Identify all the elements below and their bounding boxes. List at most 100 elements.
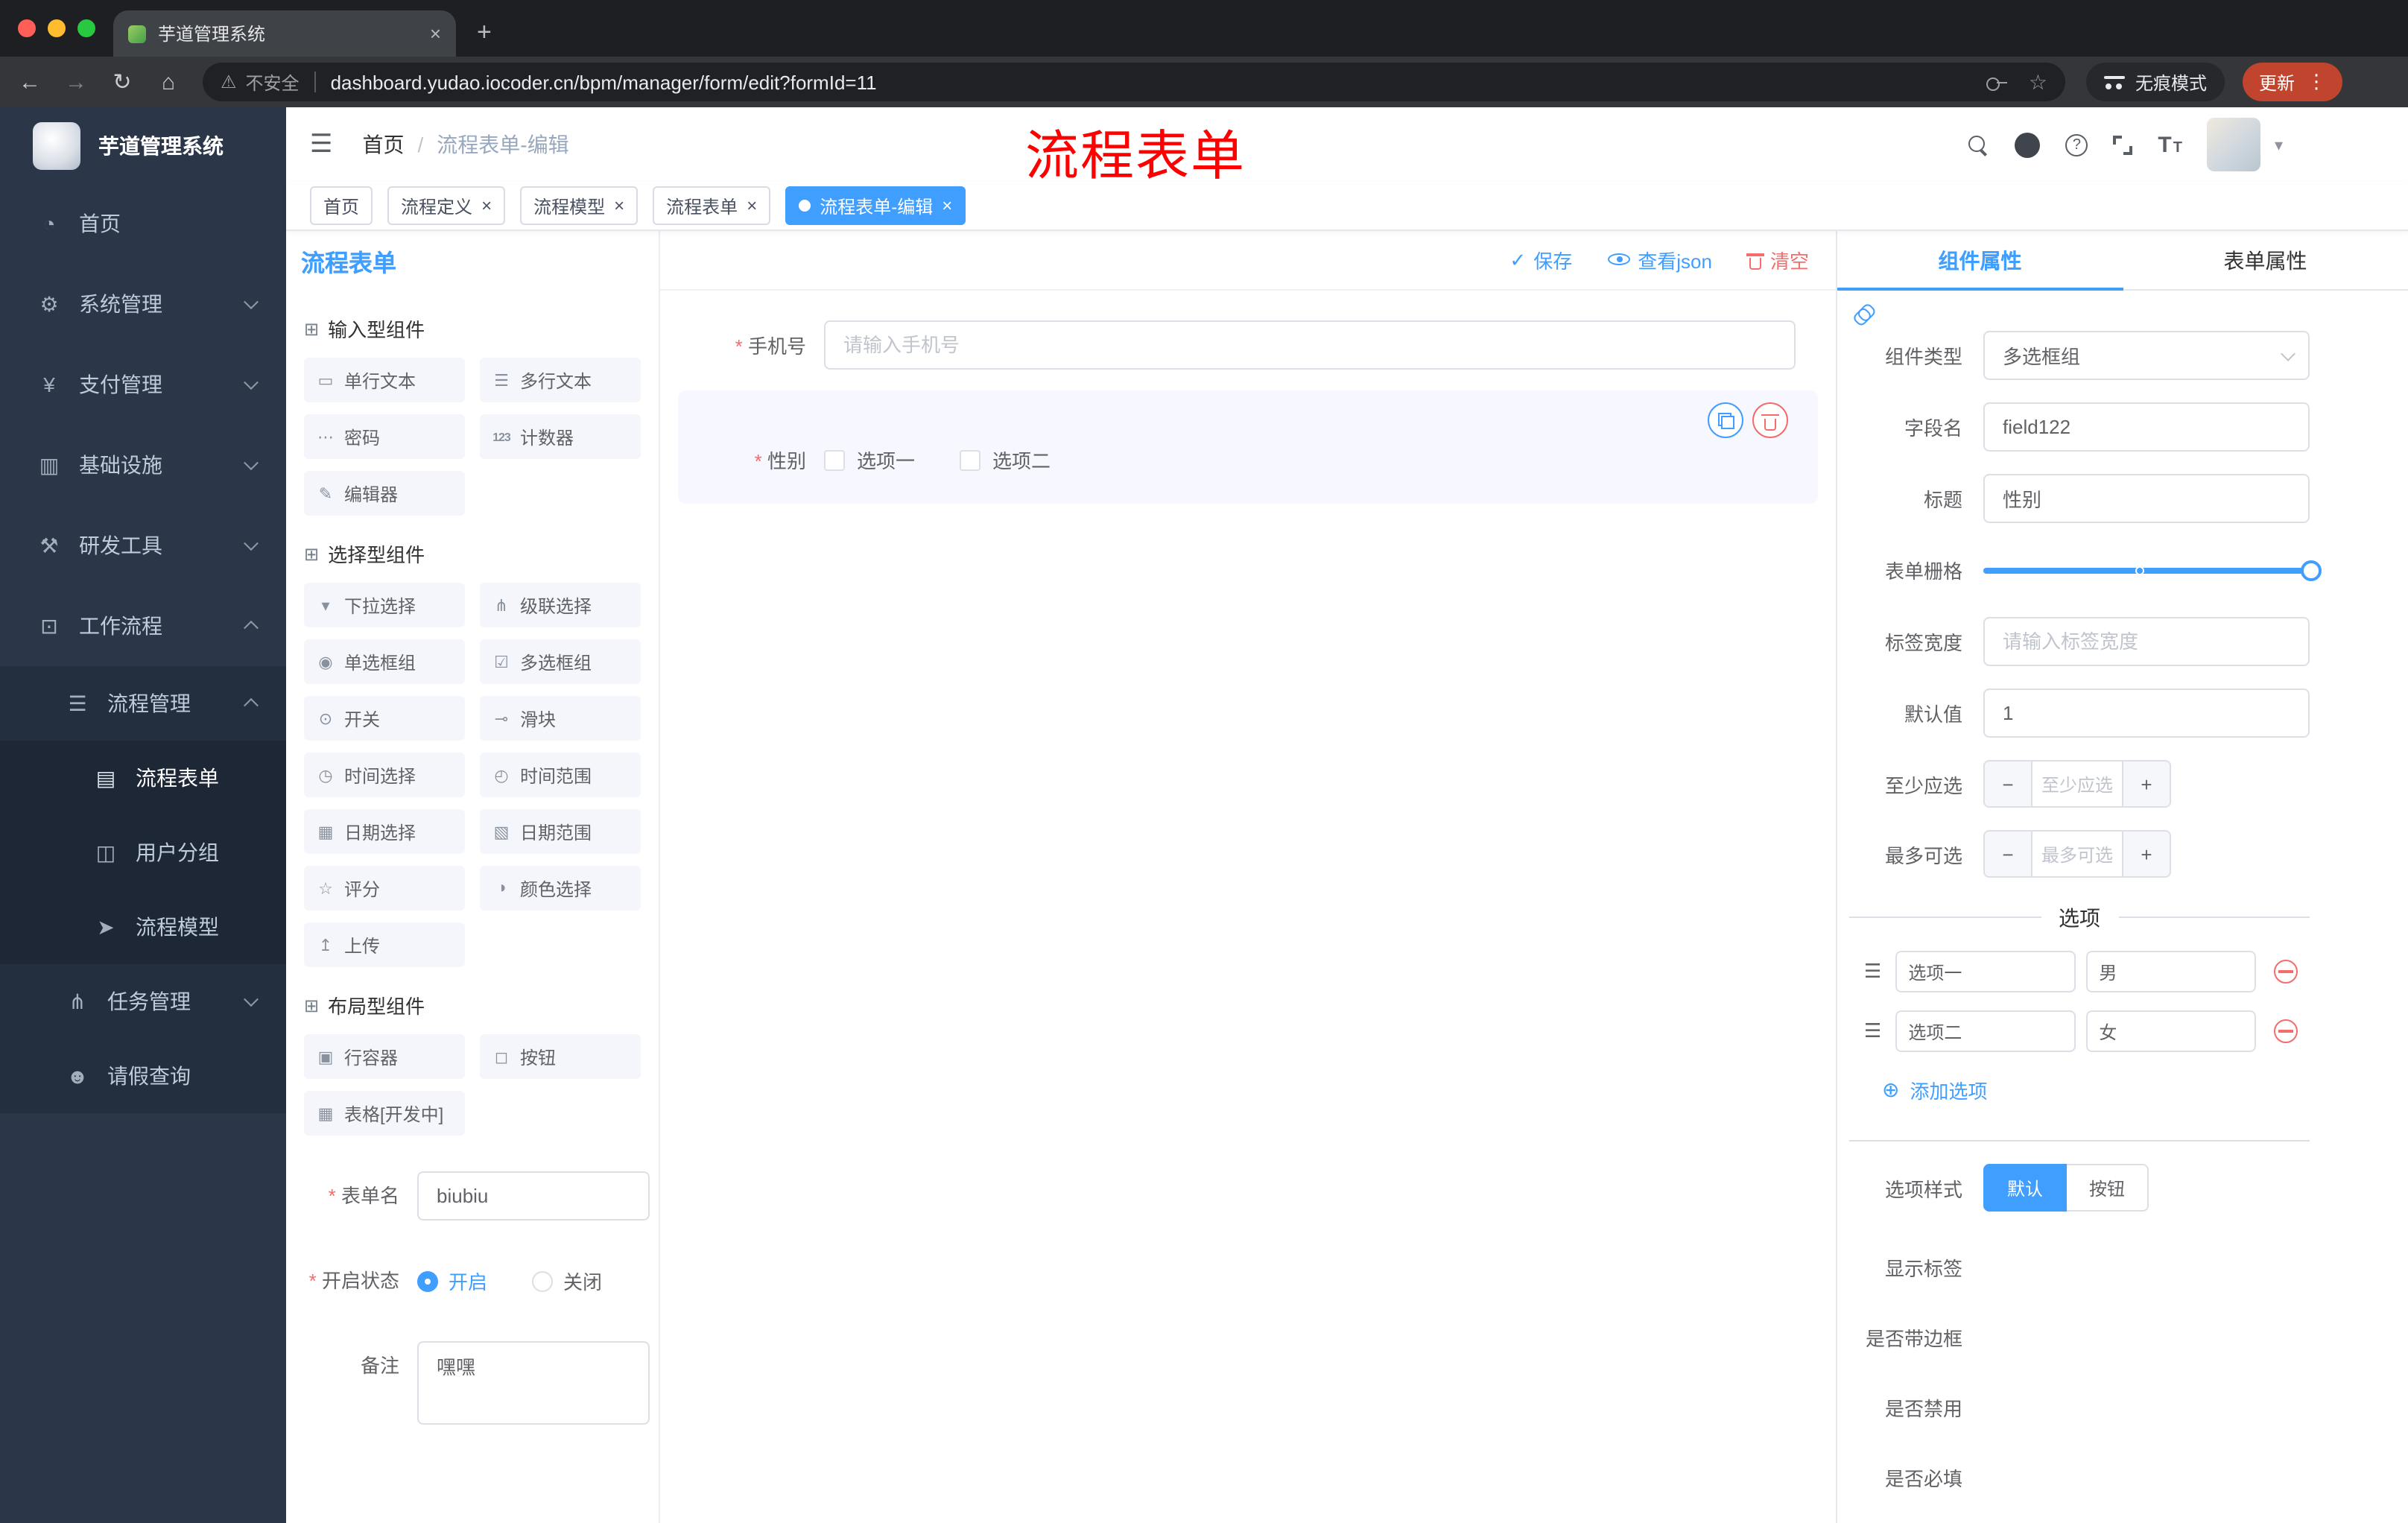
sidebar-item-leave-query[interactable]: ☻ 请假查询 bbox=[0, 1039, 286, 1113]
sidebar-item-workflow[interactable]: ⊡ 工作流程 bbox=[0, 586, 286, 666]
increase-button[interactable]: + bbox=[2123, 832, 2170, 876]
style-default-button[interactable]: 默认 bbox=[1983, 1164, 2068, 1212]
label-width-input[interactable] bbox=[1983, 617, 2310, 666]
security-label[interactable]: 不安全 bbox=[246, 69, 300, 95]
sidebar-item-system[interactable]: ⚙ 系统管理 bbox=[0, 264, 286, 344]
palette-item-editor[interactable]: ✎ 编辑器 bbox=[304, 471, 465, 516]
copy-component-button[interactable] bbox=[1708, 402, 1743, 438]
palette-item-row-container[interactable]: ▣ 行容器 bbox=[304, 1034, 465, 1079]
min-select-value[interactable]: 至少应选 bbox=[2031, 762, 2123, 806]
view-json-button[interactable]: 查看json bbox=[1608, 246, 1712, 274]
browser-menu-icon[interactable]: ⋮ bbox=[2307, 70, 2326, 94]
close-window-button[interactable] bbox=[18, 19, 36, 37]
tab-close-icon[interactable]: × bbox=[430, 22, 441, 45]
user-avatar[interactable] bbox=[2207, 118, 2261, 171]
palette-item-checkbox-group[interactable]: ☑ 多选框组 bbox=[480, 639, 641, 684]
palette-item-table[interactable]: ▦ 表格[开发中] bbox=[304, 1091, 465, 1136]
forward-button[interactable]: → bbox=[64, 69, 88, 95]
sidebar-item-process-model[interactable]: ➤ 流程模型 bbox=[0, 890, 286, 964]
bookmark-star-icon[interactable]: ☆ bbox=[2029, 69, 2047, 95]
avatar-caret-icon[interactable]: ▾ bbox=[2275, 135, 2283, 154]
address-bar[interactable]: ⚠ 不安全 dashboard.yudao.iocoder.cn/bpm/man… bbox=[203, 63, 2065, 101]
remove-option-icon[interactable] bbox=[2273, 960, 2298, 984]
browser-tab[interactable]: 芋道管理系统 × bbox=[113, 10, 456, 57]
palette-item-color-picker[interactable]: ◑ 颜色选择 bbox=[480, 866, 641, 911]
default-value-input[interactable] bbox=[1983, 688, 2310, 738]
slider-handle[interactable] bbox=[2301, 560, 2322, 580]
reload-button[interactable]: ↻ bbox=[110, 69, 134, 95]
palette-item-upload[interactable]: ↥ 上传 bbox=[304, 922, 465, 967]
canvas-item-phone[interactable]: 手机号 bbox=[678, 305, 1818, 384]
palette-item-radio-group[interactable]: ◉ 单选框组 bbox=[304, 639, 465, 684]
option2-value-input[interactable] bbox=[2085, 1010, 2256, 1052]
sidebar-item-payment[interactable]: ¥ 支付管理 bbox=[0, 344, 286, 425]
font-size-icon[interactable]: T T bbox=[2158, 132, 2182, 157]
tag-process-definition[interactable]: 流程定义 × bbox=[387, 186, 506, 225]
browser-update-button[interactable]: 更新 ⋮ bbox=[2243, 63, 2343, 101]
grid-slider[interactable] bbox=[1983, 545, 2322, 595]
tag-process-form[interactable]: 流程表单 × bbox=[653, 186, 771, 225]
palette-item-button[interactable]: ◻ 按钮 bbox=[480, 1034, 641, 1079]
sidebar-item-home[interactable]: ◔ 首页 bbox=[0, 183, 286, 264]
home-button[interactable]: ⌂ bbox=[156, 69, 180, 95]
style-button-button[interactable]: 按钮 bbox=[2065, 1164, 2149, 1212]
sidebar-item-devtools[interactable]: ⚒ 研发工具 bbox=[0, 505, 286, 586]
tag-close-icon[interactable]: × bbox=[481, 197, 492, 215]
sidebar-item-user-group[interactable]: ◫ 用户分组 bbox=[0, 815, 286, 890]
phone-input[interactable] bbox=[824, 320, 1796, 370]
increase-button[interactable]: + bbox=[2123, 762, 2170, 806]
palette-item-switch[interactable]: ⊙ 开关 bbox=[304, 696, 465, 741]
gender-option1-checkbox[interactable]: 选项一 bbox=[824, 446, 915, 474]
palette-item-date-range[interactable]: ▧ 日期范围 bbox=[480, 809, 641, 854]
clear-button[interactable]: 清空 bbox=[1746, 246, 1809, 274]
tag-close-icon[interactable]: × bbox=[614, 197, 624, 215]
tag-close-icon[interactable]: × bbox=[747, 197, 757, 215]
palette-item-time-picker[interactable]: ◷ 时间选择 bbox=[304, 753, 465, 797]
new-tab-button[interactable]: + bbox=[477, 18, 492, 48]
search-icon[interactable] bbox=[1967, 133, 1989, 156]
tag-process-model[interactable]: 流程模型 × bbox=[520, 186, 639, 225]
tab-component-properties[interactable]: 组件属性 bbox=[1837, 231, 2123, 291]
tag-close-icon[interactable]: × bbox=[942, 197, 952, 215]
form-name-input[interactable] bbox=[417, 1171, 650, 1220]
fullscreen-icon[interactable] bbox=[2113, 135, 2133, 154]
drag-handle-icon[interactable]: ☰ bbox=[1864, 960, 1881, 984]
palette-item-password[interactable]: ⋯ 密码 bbox=[304, 414, 465, 459]
option2-label-input[interactable] bbox=[1895, 1010, 2076, 1052]
title-input[interactable] bbox=[1983, 474, 2310, 523]
gender-option2-checkbox[interactable]: 选项二 bbox=[960, 446, 1051, 474]
tag-process-form-edit[interactable]: 流程表单-编辑 × bbox=[785, 186, 966, 225]
form-remark-textarea[interactable]: 嘿嘿 bbox=[417, 1341, 650, 1425]
breadcrumb-home[interactable]: 首页 bbox=[363, 130, 405, 159]
url-text[interactable]: dashboard.yudao.iocoder.cn/bpm/manager/f… bbox=[331, 71, 877, 93]
help-icon[interactable]: ? bbox=[2065, 133, 2088, 156]
component-type-select[interactable]: 多选框组 bbox=[1983, 331, 2310, 380]
palette-item-date-picker[interactable]: ▦ 日期选择 bbox=[304, 809, 465, 854]
option1-value-input[interactable] bbox=[2085, 951, 2256, 992]
palette-item-rate[interactable]: ☆ 评分 bbox=[304, 866, 465, 911]
palette-item-select[interactable]: ▾ 下拉选择 bbox=[304, 583, 465, 627]
sidebar-collapse-icon[interactable]: ☰ bbox=[310, 130, 333, 159]
palette-item-time-range[interactable]: ◴ 时间范围 bbox=[480, 753, 641, 797]
remove-option-icon[interactable] bbox=[2273, 1019, 2298, 1043]
canvas-item-gender-selected[interactable]: 性别 选项一 选项二 bbox=[678, 390, 1818, 504]
max-select-value[interactable]: 最多可选 bbox=[2031, 832, 2123, 876]
tab-form-properties[interactable]: 表单属性 bbox=[2123, 231, 2408, 289]
status-off-radio[interactable]: 关闭 bbox=[532, 1267, 602, 1295]
palette-item-multi-line-text[interactable]: ☰ 多行文本 bbox=[480, 358, 641, 402]
field-name-input[interactable] bbox=[1983, 402, 2310, 452]
palette-item-slider[interactable]: ⊸ 滑块 bbox=[480, 696, 641, 741]
save-button[interactable]: ✓ 保存 bbox=[1509, 246, 1572, 274]
palette-item-counter[interactable]: 123 计数器 bbox=[480, 414, 641, 459]
decrease-button[interactable]: − bbox=[1985, 762, 2031, 806]
add-option-button[interactable]: ⊕ 添加选项 bbox=[1882, 1076, 2310, 1104]
sidebar-item-task-management[interactable]: ⋔ 任务管理 bbox=[0, 964, 286, 1039]
option1-label-input[interactable] bbox=[1895, 951, 2076, 992]
sidebar-item-process-management[interactable]: ☰ 流程管理 bbox=[0, 666, 286, 741]
github-icon[interactable] bbox=[2015, 132, 2041, 157]
status-on-radio[interactable]: 开启 bbox=[417, 1267, 487, 1295]
password-key-icon[interactable] bbox=[1986, 75, 2008, 90]
minimize-window-button[interactable] bbox=[48, 19, 66, 37]
decrease-button[interactable]: − bbox=[1985, 832, 2031, 876]
palette-item-cascader[interactable]: ⋔ 级联选择 bbox=[480, 583, 641, 627]
